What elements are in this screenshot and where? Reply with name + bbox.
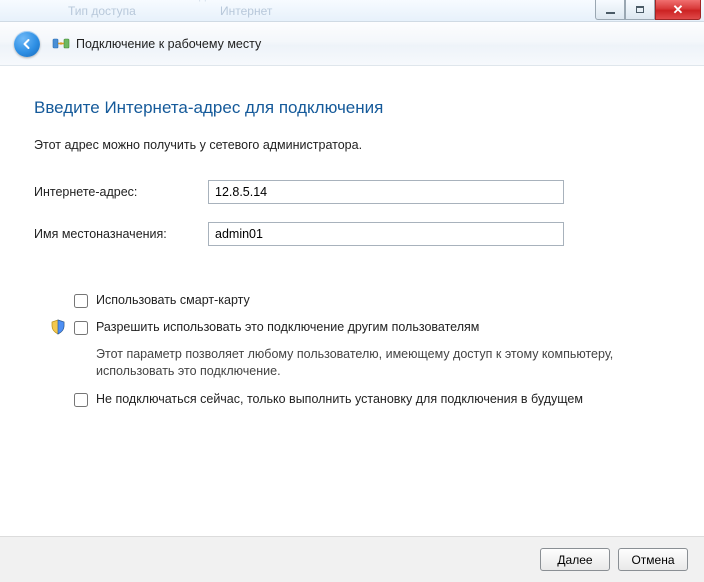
page-heading: Введите Интернета-адрес для подключения bbox=[34, 98, 670, 118]
destination-label: Имя местоназначения: bbox=[34, 227, 208, 241]
background-bar: Тип доступа Интернет Подключение или отк… bbox=[0, 0, 704, 22]
internet-address-input[interactable] bbox=[208, 180, 564, 204]
maximize-button[interactable] bbox=[625, 0, 655, 20]
back-button[interactable] bbox=[14, 31, 40, 57]
dont-connect-checkbox[interactable] bbox=[74, 393, 88, 407]
window-title: Подключение к рабочему месту bbox=[76, 37, 261, 51]
shield-icon bbox=[50, 319, 66, 335]
connection-icon bbox=[52, 35, 70, 53]
internet-address-row: Интернете-адрес: bbox=[34, 180, 670, 204]
smartcard-label: Использовать смарт-карту bbox=[96, 292, 250, 309]
destination-input[interactable] bbox=[208, 222, 564, 246]
window-controls: ✕ bbox=[595, 0, 701, 20]
next-button[interactable]: Далее bbox=[540, 548, 610, 571]
options-group: Использовать смарт-карту Разрешить испол… bbox=[34, 292, 670, 408]
minimize-button[interactable] bbox=[595, 0, 625, 20]
cancel-button[interactable]: Отмена bbox=[618, 548, 688, 571]
close-button[interactable]: ✕ bbox=[655, 0, 701, 20]
allow-others-description: Этот параметр позволяет любому пользоват… bbox=[96, 346, 656, 381]
arrow-left-icon bbox=[20, 37, 34, 51]
ghost-text: Интернет bbox=[220, 4, 272, 18]
footer-bar: Далее Отмена bbox=[0, 536, 704, 582]
dont-connect-option: Не подключаться сейчас, только выполнить… bbox=[74, 391, 670, 408]
main-panel: Введите Интернета-адрес для подключения … bbox=[0, 66, 704, 408]
internet-address-label: Интернете-адрес: bbox=[34, 185, 208, 199]
ghost-text: Подключение или отключение bbox=[184, 0, 353, 2]
page-subtext: Этот адрес можно получить у сетевого адм… bbox=[34, 138, 670, 152]
ghost-text: Тип доступа bbox=[68, 4, 136, 18]
allow-others-option: Разрешить использовать это подключение д… bbox=[74, 319, 670, 336]
header-bar: Подключение к рабочему месту bbox=[0, 22, 704, 66]
smartcard-option: Использовать смарт-карту bbox=[74, 292, 670, 309]
smartcard-checkbox[interactable] bbox=[74, 294, 88, 308]
destination-row: Имя местоназначения: bbox=[34, 222, 670, 246]
allow-others-label: Разрешить использовать это подключение д… bbox=[96, 319, 479, 336]
dont-connect-label: Не подключаться сейчас, только выполнить… bbox=[96, 391, 583, 408]
allow-others-checkbox[interactable] bbox=[74, 321, 88, 335]
